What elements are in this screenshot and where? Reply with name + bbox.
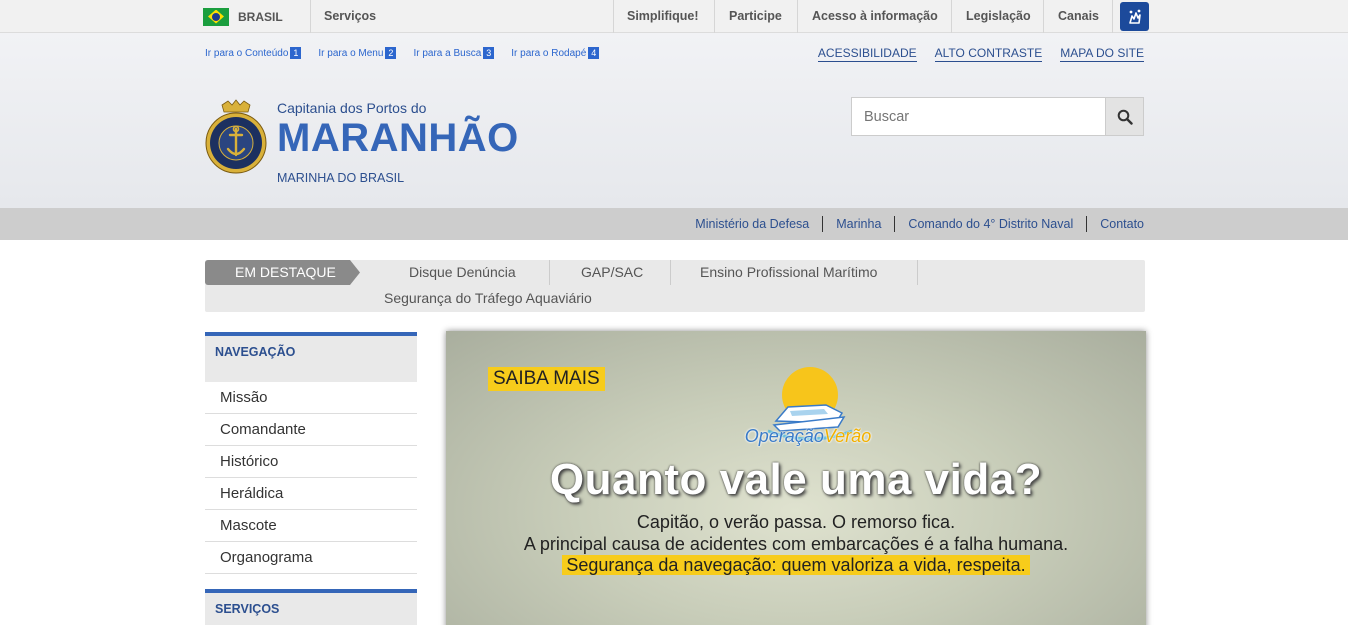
banner-headline: Quanto vale uma vida?	[549, 455, 1043, 504]
gov-link-legislacao[interactable]: Legislação	[966, 0, 1031, 33]
search-box	[851, 97, 1144, 136]
gov-link-participe[interactable]: Participe	[729, 0, 782, 33]
banner-line-1: Capitão, o verão passa. O remorso fica.	[636, 512, 956, 532]
search-input[interactable]	[852, 98, 1105, 135]
ministerio-defesa-link[interactable]: Ministério da Defesa	[682, 217, 822, 231]
skip-link-search[interactable]: Ir para a Busca 3	[413, 47, 495, 59]
site-organization: MARINHA DO BRASIL	[277, 171, 405, 185]
mapa-do-site-link[interactable]: MAPA DO SITE	[1060, 46, 1144, 62]
gov-link-simplifique[interactable]: Simplifique!	[627, 0, 699, 33]
banner-line-2: A principal causa de acidentes com embar…	[523, 534, 1069, 554]
banner-line-3: Segurança da navegação: quem valoriza a …	[446, 555, 1146, 576]
site-subtitle: Capitania dos Portos do	[277, 100, 427, 116]
sidebar-item-comandante[interactable]: Comandante	[205, 414, 417, 446]
acessibilidade-link[interactable]: ACESSIBILIDADE	[817, 46, 917, 62]
highlights-bar: EM DESTAQUE Disque Denúncia GAP/SAC Ensi…	[205, 260, 1145, 312]
highlight-seguranca-trafego[interactable]: Segurança do Tráfego Aquaviário	[384, 286, 592, 311]
alto-contraste-link[interactable]: ALTO CONTRASTE	[934, 46, 1043, 62]
sidebar-navigation: NAVEGAÇÃO Missão Comandante Histórico He…	[205, 332, 417, 574]
sidebar-item-organograma[interactable]: Organograma	[205, 542, 417, 574]
highlights-label: EM DESTAQUE	[205, 260, 360, 285]
brasil-link[interactable]: BRASIL	[203, 0, 283, 33]
saiba-mais-badge[interactable]: SAIBA MAIS	[488, 367, 605, 391]
sidebar-item-mascote[interactable]: Mascote	[205, 510, 417, 542]
sidebar-item-heraldica[interactable]: Heráldica	[205, 478, 417, 510]
gov-top-bar: BRASIL Serviços Simplifique! Participe A…	[0, 0, 1348, 33]
search-button[interactable]	[1105, 98, 1143, 135]
brasil-label: BRASIL	[238, 9, 283, 24]
sidebar-item-missao[interactable]: Missão	[205, 382, 417, 414]
skip-links: Ir para o Conteúdo 1 Ir para o Menu 2 Ir p…	[205, 47, 616, 59]
highlight-gap-sac[interactable]: GAP/SAC	[581, 260, 643, 285]
service-links-bar: Ministério da Defesa Marinha Comando do …	[0, 208, 1348, 240]
operacao-verao-banner[interactable]: SAIBA MAIS OperaçãoVerão Quanto vale uma…	[446, 331, 1146, 625]
skip-link-content[interactable]: Ir para o Conteúdo 1	[205, 47, 302, 59]
contato-link[interactable]: Contato	[1087, 217, 1144, 231]
highlight-disque-denuncia[interactable]: Disque Denúncia	[409, 260, 516, 285]
accessibility-links: ACESSIBILIDADE ALTO CONTRASTE MAPA DO SI…	[817, 46, 1144, 62]
sidebar-services: SERVIÇOS	[205, 589, 417, 625]
site-title[interactable]: MARANHÃO	[277, 116, 519, 161]
search-icon	[1117, 109, 1133, 125]
skip-link-menu[interactable]: Ir para o Menu 2	[318, 47, 397, 59]
gov-link-acesso-informacao[interactable]: Acesso à informação	[812, 0, 938, 33]
site-header: Ir para o Conteúdo 1 Ir para o Menu 2 Ir p…	[0, 33, 1348, 208]
gov-link-servicos[interactable]: Serviços	[324, 0, 376, 33]
comando-distrito-naval-link[interactable]: Comando do 4° Distrito Naval	[895, 217, 1086, 231]
gov-link-canais[interactable]: Canais	[1058, 0, 1099, 33]
navigation-heading: NAVEGAÇÃO	[205, 332, 417, 382]
marinha-link[interactable]: Marinha	[823, 217, 894, 231]
sign-language-icon[interactable]	[1120, 2, 1149, 31]
skip-link-footer[interactable]: Ir para o Rodapé 4	[511, 47, 600, 59]
navy-emblem-logo[interactable]	[204, 99, 268, 181]
services-heading: SERVIÇOS	[205, 589, 417, 625]
sidebar-item-historico[interactable]: Histórico	[205, 446, 417, 478]
operacao-verao-logo-text: OperaçãoVerão	[744, 426, 872, 446]
highlight-ensino-maritimo[interactable]: Ensino Profissional Marítimo	[700, 260, 877, 285]
brazil-flag-icon	[203, 7, 229, 26]
